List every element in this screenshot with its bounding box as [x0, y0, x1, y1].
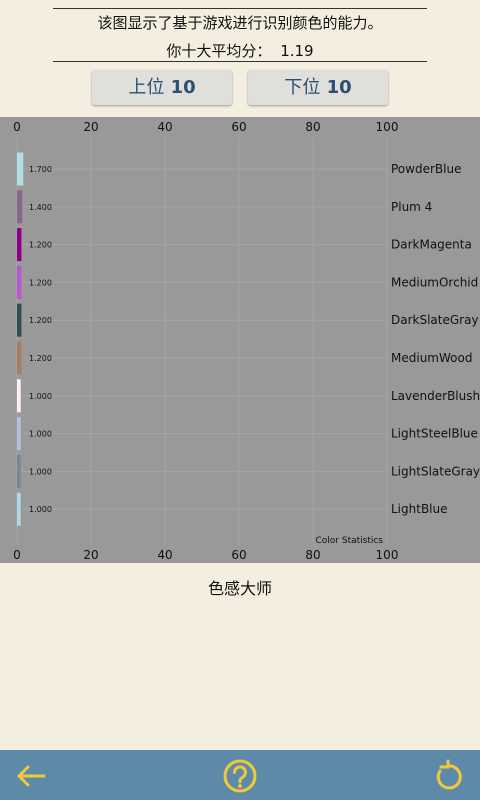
- x-tick-label-top: 80: [305, 120, 320, 134]
- bar: [17, 152, 24, 186]
- bottom10-number: 10: [326, 77, 352, 98]
- top10-word: 上位: [128, 77, 165, 98]
- bar: [17, 417, 21, 451]
- chart-caption: Color Statistics: [316, 536, 384, 546]
- top10-number: 10: [170, 77, 196, 98]
- bar-value-label: 1.700: [29, 165, 52, 174]
- bar: [17, 265, 22, 299]
- x-tick-label-bottom: 80: [305, 548, 320, 562]
- bar-value-label: 1.000: [29, 467, 52, 476]
- bar-value-label: 1.200: [29, 354, 52, 363]
- bar-value-label: 1.000: [29, 430, 52, 439]
- category-label: PowderBlue: [391, 162, 461, 176]
- average-value: 1.19: [280, 42, 314, 60]
- category-label: LightSlateGray: [391, 464, 480, 478]
- category-label: DarkSlateGray: [391, 313, 479, 327]
- x-tick-label-bottom: 20: [83, 548, 98, 562]
- description-rule-bottom: [53, 61, 427, 62]
- bar-value-label: 1.400: [29, 203, 52, 212]
- x-tick-label-bottom: 60: [231, 548, 246, 562]
- x-tick-label-bottom: 40: [157, 548, 172, 562]
- bar-value-label: 1.200: [29, 316, 52, 325]
- x-tick-label-top: 60: [231, 120, 246, 134]
- x-tick-label-top: 20: [83, 120, 98, 134]
- category-label: Plum 4: [391, 200, 432, 214]
- x-tick-label-top: 100: [376, 120, 399, 134]
- back-arrow-icon[interactable]: [14, 758, 50, 794]
- bar-value-label: 1.000: [29, 392, 52, 401]
- bar-value-label: 1.200: [29, 278, 52, 287]
- bar: [17, 341, 22, 375]
- bottom-bar: [0, 750, 480, 800]
- category-label: MediumOrchid: [391, 275, 478, 289]
- bar: [17, 190, 23, 224]
- app-title: 色感大师: [207, 579, 272, 598]
- description-rule-top: [53, 8, 427, 9]
- average-label: 你十大平均分：: [166, 42, 272, 60]
- bar: [17, 379, 21, 413]
- refresh-icon[interactable]: [430, 758, 466, 794]
- help-icon[interactable]: [222, 758, 258, 794]
- bar: [17, 228, 22, 262]
- bottom10-word: 下位: [284, 77, 321, 98]
- category-label: LightBlue: [391, 502, 448, 516]
- category-label: DarkMagenta: [391, 238, 472, 252]
- bar-value-label: 1.200: [29, 241, 52, 250]
- bar: [17, 303, 22, 337]
- bar-value-label: 1.000: [29, 505, 52, 514]
- x-tick-label-top: 0: [13, 120, 21, 134]
- x-tick-label-bottom: 0: [13, 548, 21, 562]
- category-label: LavenderBlush: [391, 389, 480, 403]
- top10-button[interactable]: 上位 10: [92, 70, 232, 105]
- category-label: LightSteelBlue: [391, 427, 478, 441]
- bar: [17, 454, 21, 488]
- x-tick-label-bottom: 100: [376, 548, 399, 562]
- bottom10-button[interactable]: 下位 10: [248, 70, 388, 105]
- x-tick-label-top: 40: [157, 120, 172, 134]
- category-label: MediumWood: [391, 351, 472, 365]
- color-statistics-chart: 0 0 20 20 40 40 60 60 80 80 100 100 1.700 PowderBlue 1…: [0, 117, 480, 563]
- average-score: 你十大平均分： 1.19: [0, 40, 480, 61]
- bar: [17, 492, 21, 526]
- description-text: 该图显示了基于游戏进行识别颜色的能力。: [97, 14, 383, 32]
